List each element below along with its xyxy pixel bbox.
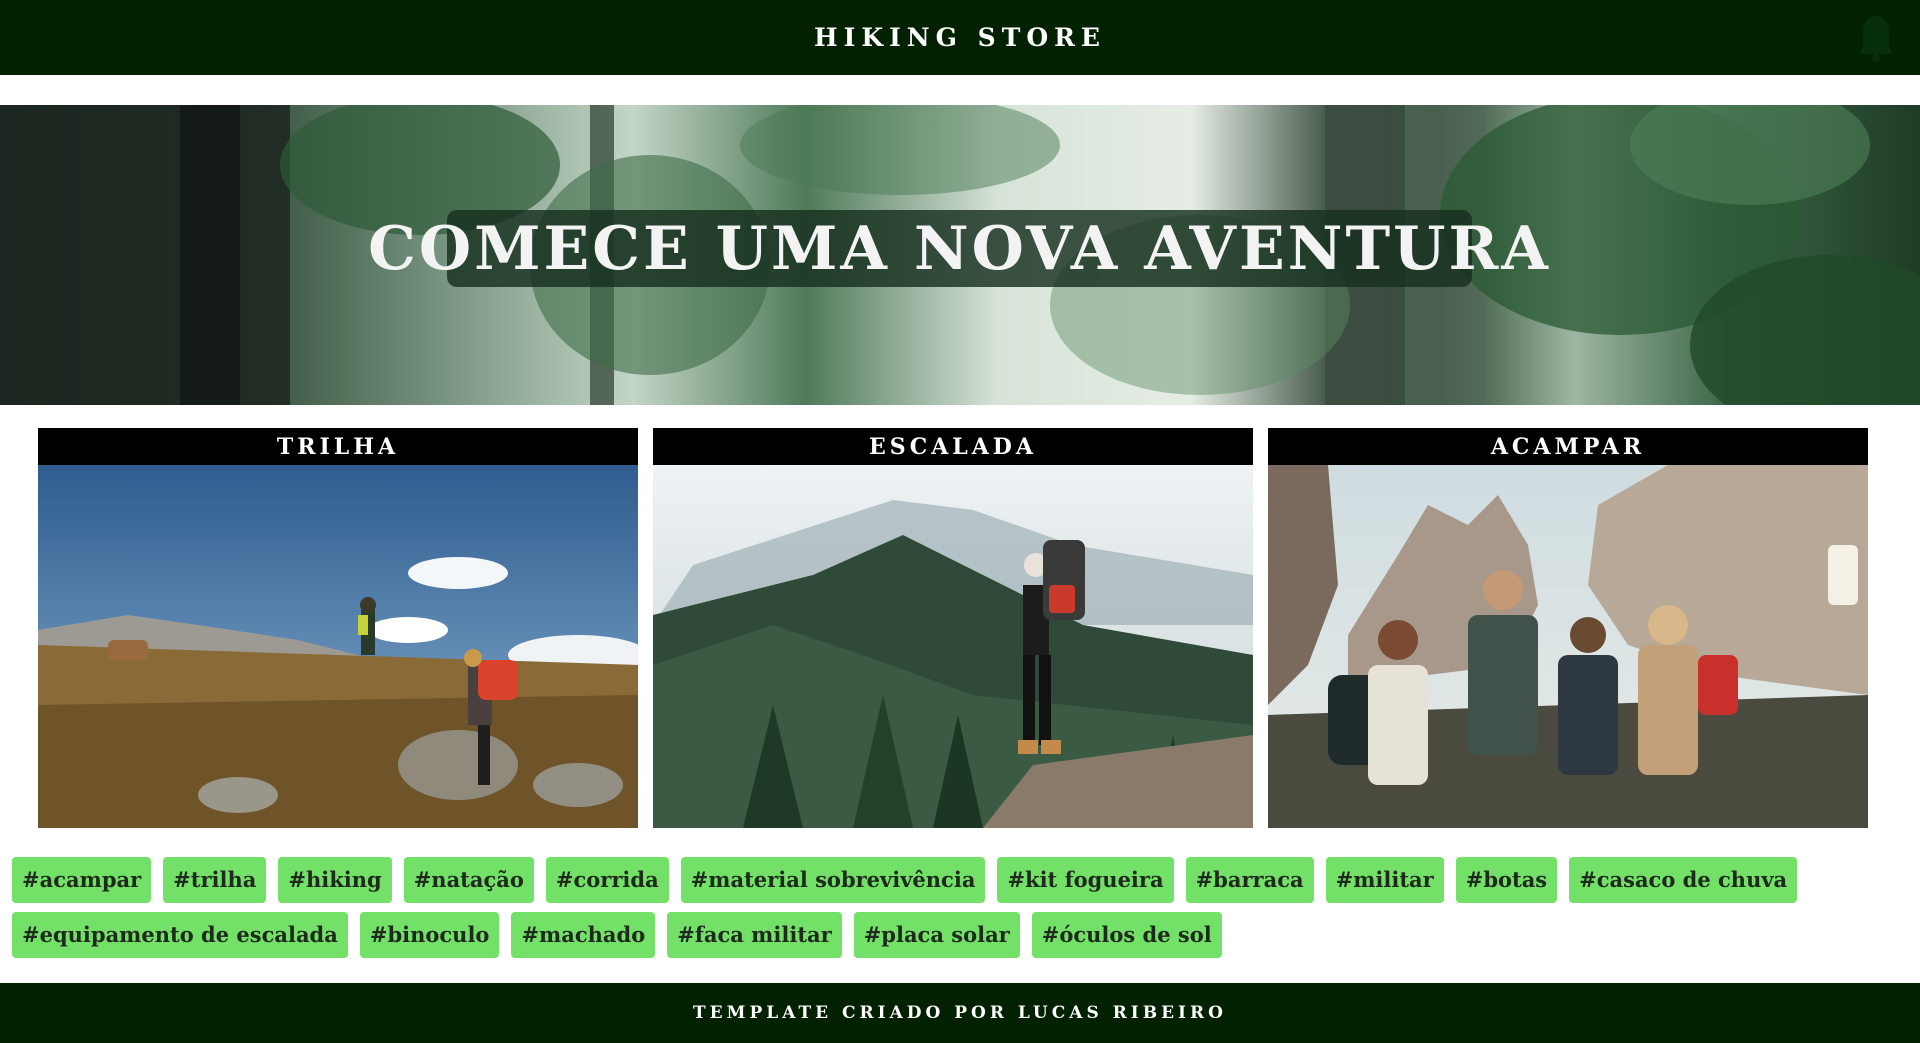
tag-faca-militar[interactable]: #faca militar	[667, 912, 842, 958]
card-escalada[interactable]: ESCALADA	[653, 428, 1253, 828]
tag-oculos-de-sol[interactable]: #óculos de sol	[1031, 912, 1222, 958]
tag-trilha[interactable]: #trilha	[163, 857, 267, 903]
card-header: TRILHA	[38, 428, 638, 465]
tag-kit-fogueira[interactable]: #kit fogueira	[997, 857, 1174, 903]
tag-corrida[interactable]: #corrida	[545, 857, 669, 903]
card-title: ESCALADA	[869, 433, 1037, 460]
tag-cloud: #acampar #trilha #hiking #natação #corri…	[12, 857, 1912, 967]
footer-credit: TEMPLATE CRIADO POR LUCAS RIBEIRO	[693, 1003, 1227, 1023]
card-acampar[interactable]: ACAMPAR	[1268, 428, 1868, 828]
site-header: HIKING STORE	[0, 0, 1920, 75]
tag-botas[interactable]: #botas	[1455, 857, 1558, 903]
site-footer: TEMPLATE CRIADO POR LUCAS RIBEIRO	[0, 983, 1920, 1043]
hero-title: COMECE UMA NOVA AVENTURA	[368, 213, 1551, 284]
category-cards: TRILHA ESCALADA ACAMPAR	[38, 428, 1868, 828]
tag-material-sobrevivencia[interactable]: #material sobrevivência	[680, 857, 986, 903]
site-title[interactable]: HIKING STORE	[814, 23, 1106, 52]
tag-row: #equipamento de escalada #binoculo #mach…	[12, 912, 1912, 958]
card-title: TRILHA	[276, 433, 400, 460]
tag-hiking[interactable]: #hiking	[278, 857, 392, 903]
tag-equipamento-de-escalada[interactable]: #equipamento de escalada	[12, 912, 348, 958]
hero-banner: COMECE UMA NOVA AVENTURA	[0, 105, 1920, 405]
tag-placa-solar[interactable]: #placa solar	[853, 912, 1020, 958]
tag-casaco-de-chuva[interactable]: #casaco de chuva	[1569, 857, 1798, 903]
tag-natacao[interactable]: #natação	[403, 857, 534, 903]
card-title: ACAMPAR	[1490, 433, 1646, 460]
hiking-trail-image[interactable]	[38, 465, 638, 828]
climbing-mountain-image[interactable]	[653, 465, 1253, 828]
tag-row: #acampar #trilha #hiking #natação #corri…	[12, 857, 1912, 903]
card-trilha[interactable]: TRILHA	[38, 428, 638, 828]
tag-barraca[interactable]: #barraca	[1185, 857, 1314, 903]
tag-binoculo[interactable]: #binoculo	[359, 912, 500, 958]
card-header: ACAMPAR	[1268, 428, 1868, 465]
tag-acampar[interactable]: #acampar	[12, 857, 152, 903]
tag-militar[interactable]: #militar	[1325, 857, 1444, 903]
bell-icon[interactable]	[1856, 12, 1896, 64]
tag-machado[interactable]: #machado	[511, 912, 656, 958]
camping-group-image[interactable]	[1268, 465, 1868, 828]
hero-title-box: COMECE UMA NOVA AVENTURA	[368, 210, 1548, 287]
card-header: ESCALADA	[653, 428, 1253, 465]
